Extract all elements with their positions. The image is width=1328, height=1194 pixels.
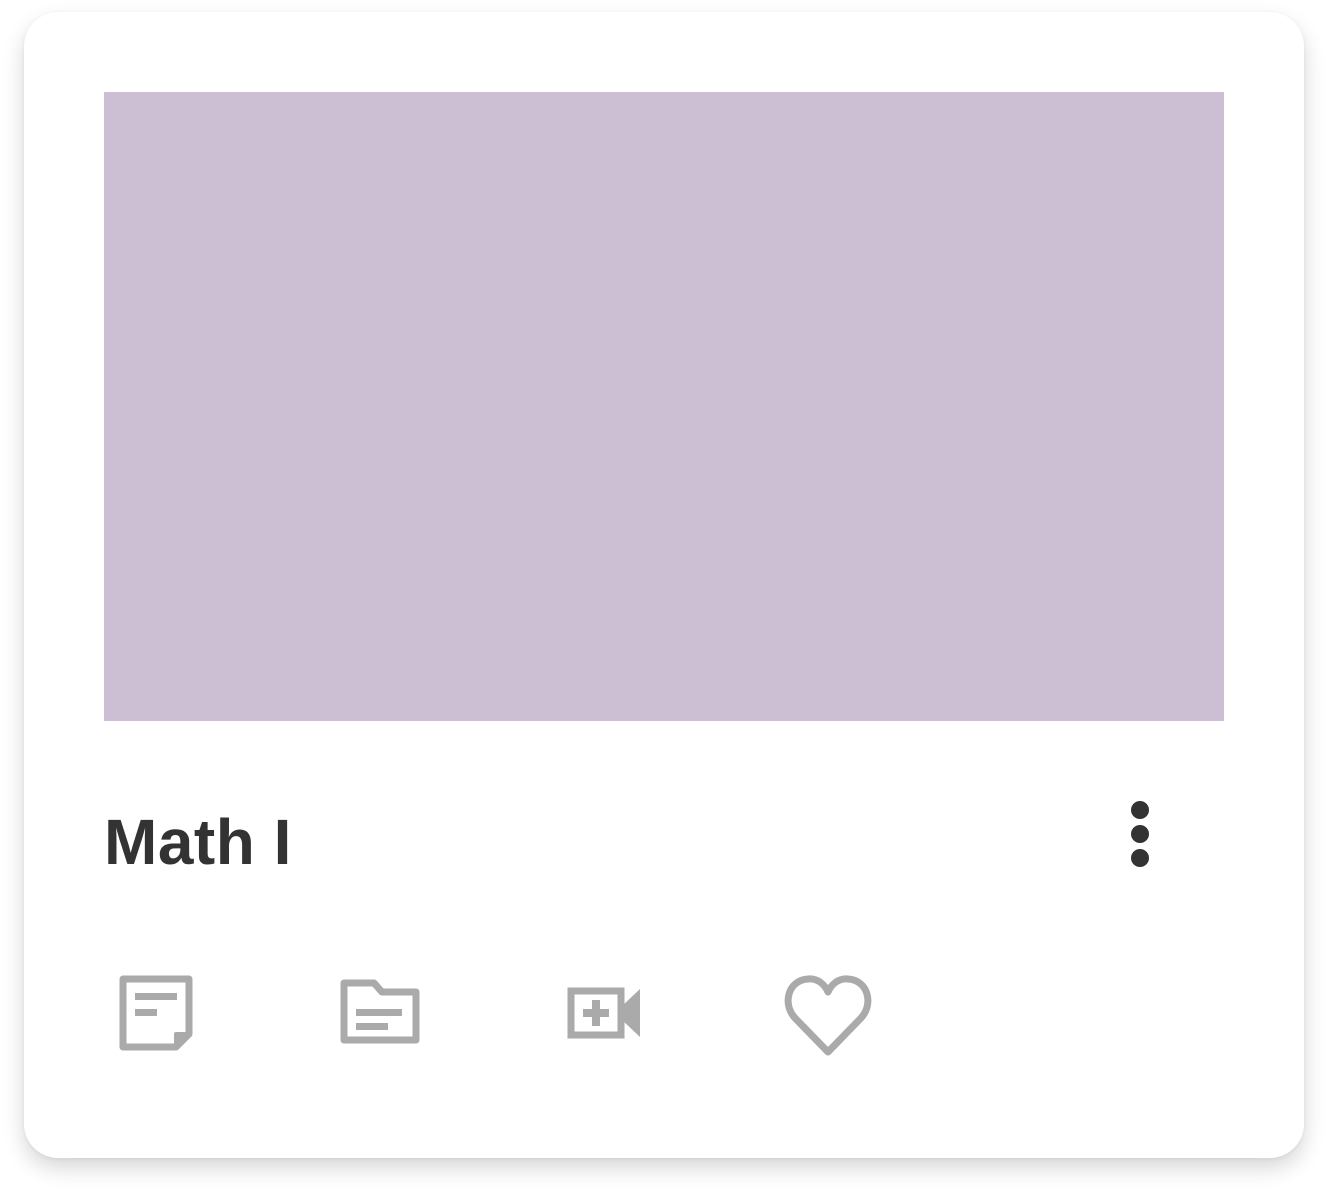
video-add-icon xyxy=(567,987,640,1039)
course-title[interactable]: Math I xyxy=(104,802,292,882)
note-icon xyxy=(119,975,193,1051)
heart-outline-icon xyxy=(784,975,872,1056)
add-video-call-button[interactable] xyxy=(554,962,654,1062)
folder-icon xyxy=(340,979,420,1044)
notes-button[interactable] xyxy=(106,962,206,1062)
more-vertical-icon xyxy=(1131,801,1149,867)
favorite-button[interactable] xyxy=(778,962,878,1062)
course-cover-image[interactable] xyxy=(104,92,1224,721)
course-card[interactable]: Math I xyxy=(24,12,1304,1158)
files-button[interactable] xyxy=(330,962,430,1062)
more-options-button[interactable] xyxy=(1110,792,1170,892)
